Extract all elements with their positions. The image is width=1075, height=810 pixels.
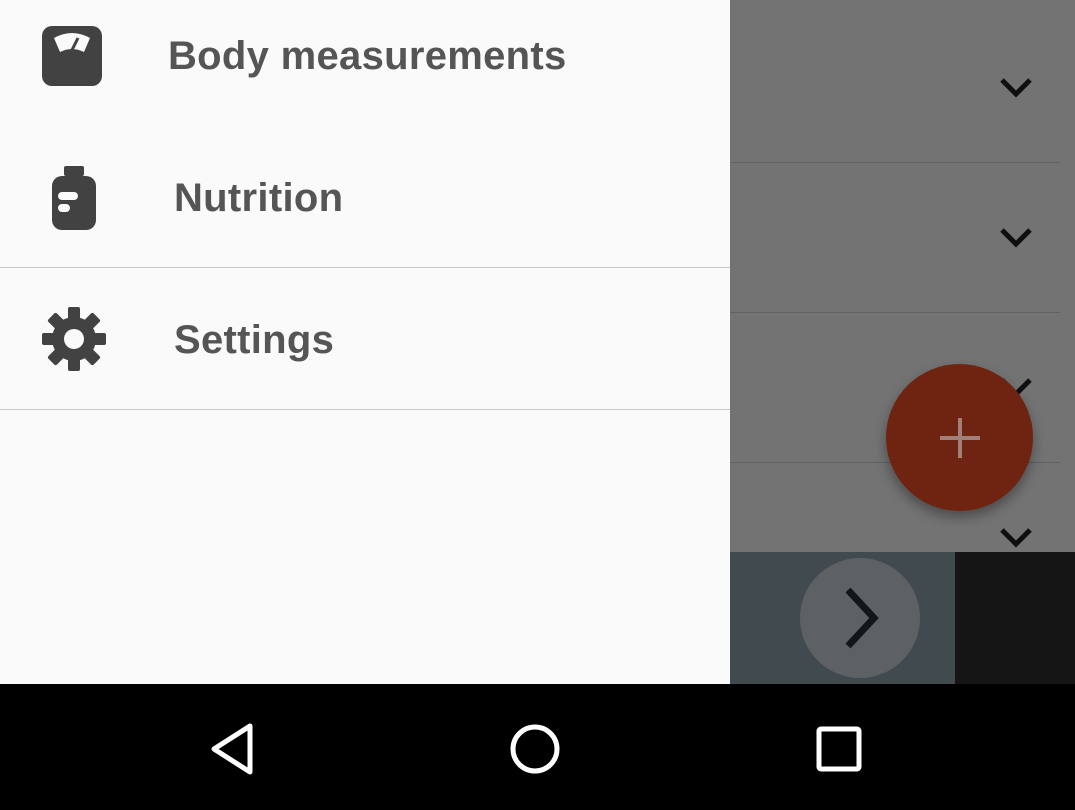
drawer-item-label: Body measurements	[168, 34, 567, 78]
home-icon[interactable]	[500, 714, 570, 784]
supplement-jar-icon	[52, 166, 96, 230]
recents-icon[interactable]	[804, 714, 874, 784]
drawer-divider	[0, 409, 730, 410]
plus-icon	[940, 418, 980, 458]
gear-icon	[42, 307, 106, 371]
drawer-item-settings[interactable]: Settings	[0, 269, 730, 409]
navigation-drawer: Body measurements Nutrition Settings	[0, 0, 730, 684]
drawer-item-body-measurements[interactable]: Body measurements	[0, 0, 730, 126]
system-navigation-bar	[0, 684, 1075, 810]
drawer-divider	[0, 267, 730, 268]
app-screen: Body measurements Nutrition Settings	[0, 0, 1075, 810]
drawer-item-label: Settings	[174, 318, 335, 362]
scale-icon	[42, 26, 102, 86]
back-icon[interactable]	[200, 714, 270, 784]
drawer-item-label: Nutrition	[174, 176, 344, 220]
drawer-item-nutrition[interactable]: Nutrition	[0, 128, 730, 268]
add-fab-button[interactable]	[886, 364, 1033, 511]
